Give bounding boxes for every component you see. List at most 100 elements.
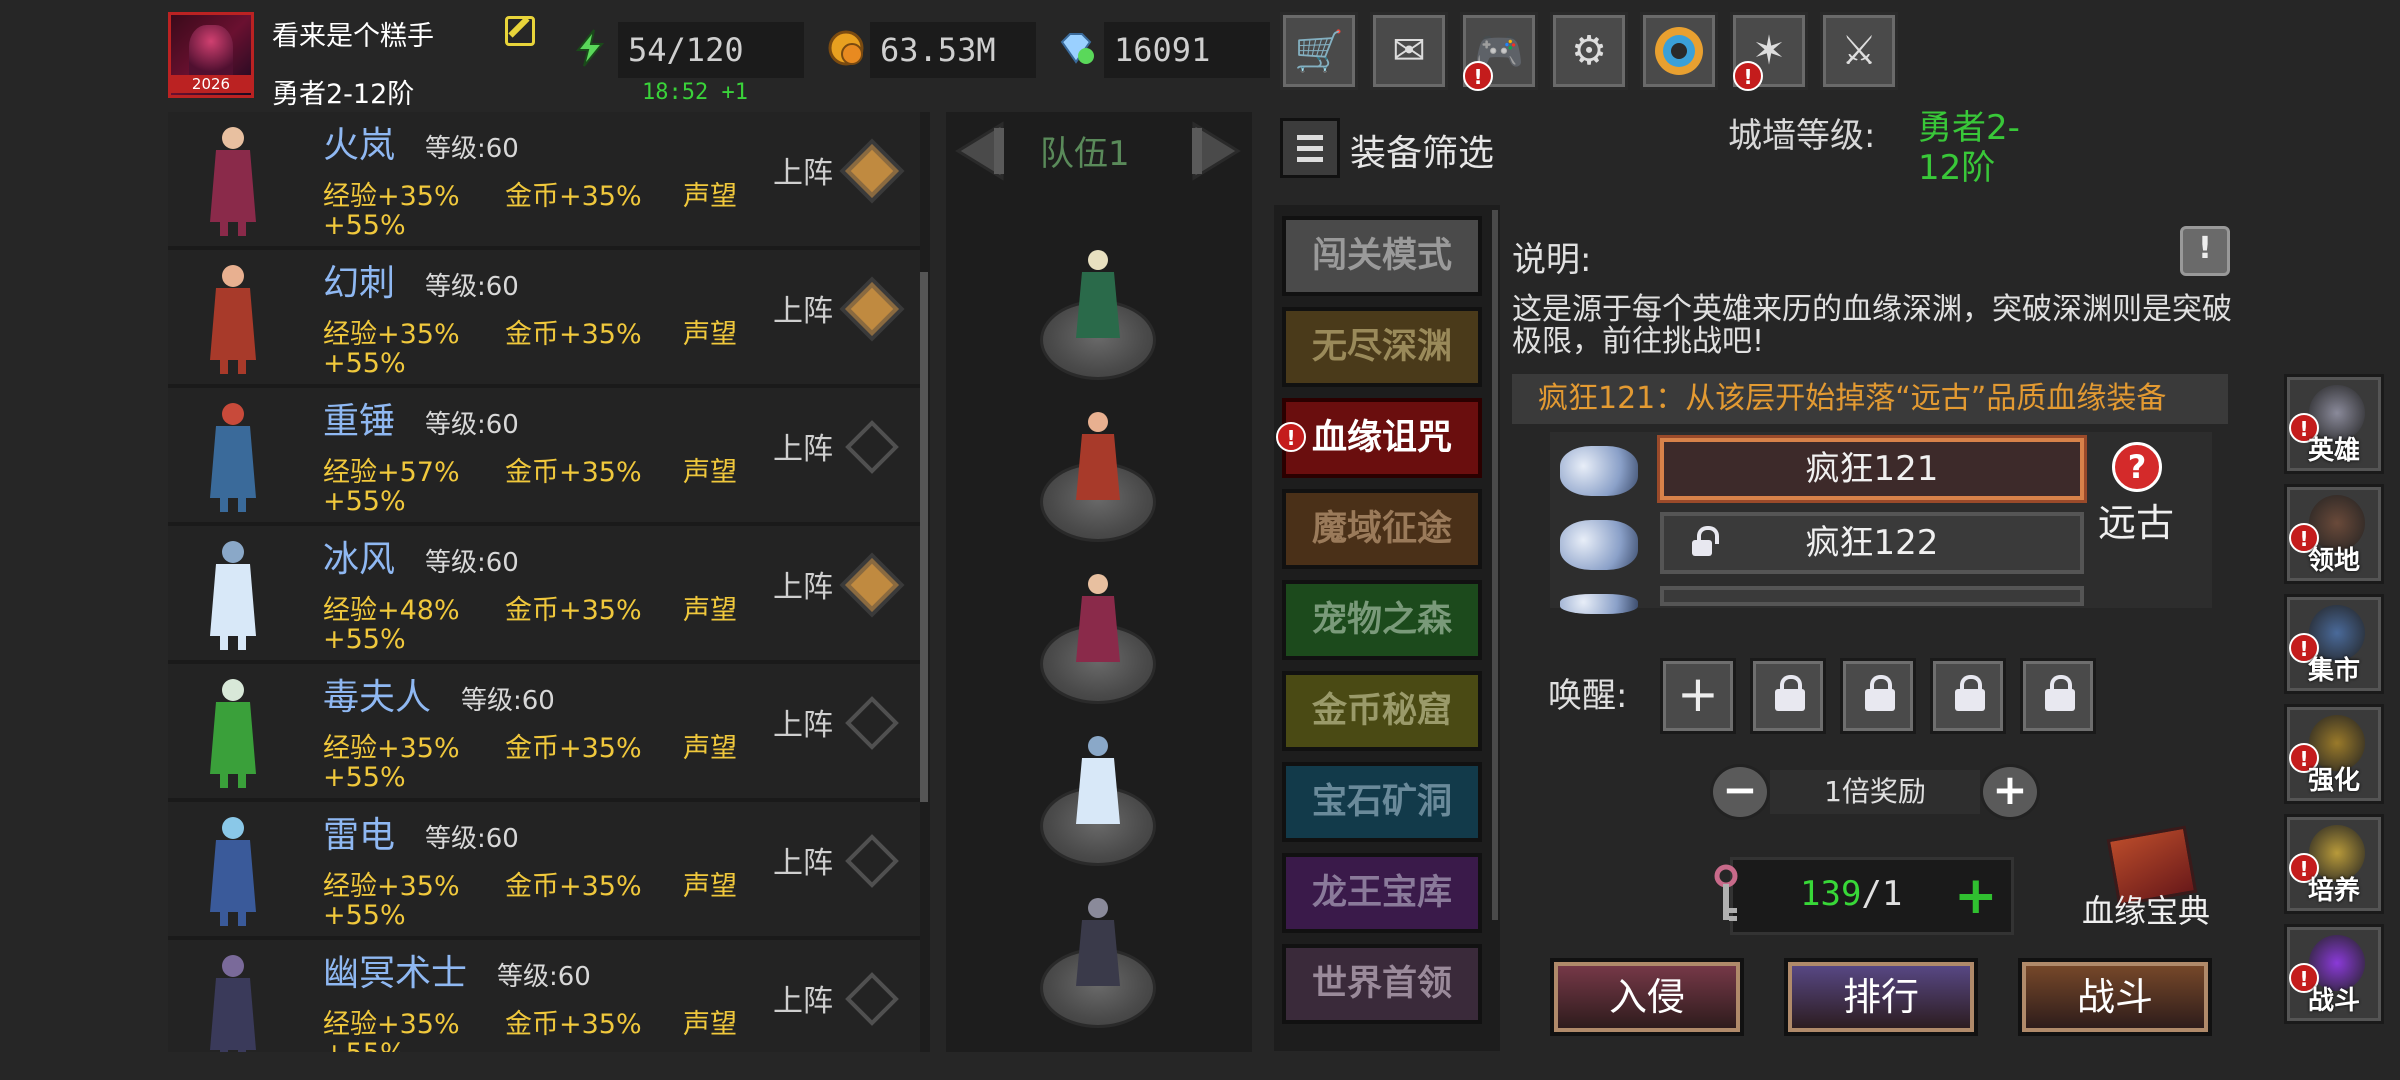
deploy-label[interactable]: 上阵 <box>773 700 833 744</box>
deploy-toggle-icon[interactable] <box>845 144 899 198</box>
player-avatar[interactable]: 2026 <box>168 12 254 98</box>
hero-reputation-label: 声望 <box>683 457 737 488</box>
lock-icon <box>1775 675 1805 711</box>
hero-row[interactable]: 幻刺 等级:60 经验+35% 金币+35% 声望 +55% 上阵 <box>168 250 920 388</box>
quality-help-icon[interactable]: ? <box>2112 442 2162 492</box>
hero-list-scrollbar[interactable] <box>920 272 928 802</box>
mode-button[interactable]: 宠物之森 <box>1282 580 1482 660</box>
settings-gear-icon[interactable]: ⚙ <box>1550 12 1628 90</box>
deploy-label[interactable]: 上阵 <box>773 838 833 882</box>
hero-reputation-bonus: +55% <box>323 762 406 793</box>
mode-button[interactable]: 世界首领 <box>1282 944 1482 1024</box>
mode-button[interactable]: 魔域征途 <box>1282 489 1482 569</box>
action-button[interactable]: 战斗 <box>2018 958 2212 1036</box>
team-hero-sprite[interactable] <box>1062 566 1134 676</box>
awaken-locked-slot[interactable] <box>1840 658 1916 734</box>
alert-badge: ! <box>1733 61 1763 91</box>
hero-row[interactable]: 冰风 等级:60 经验+48% 金币+35% 声望 +55% 上阵 <box>168 526 920 664</box>
firework-icon[interactable]: ✶! <box>1730 12 1808 91</box>
hero-sprite <box>210 403 256 512</box>
filter-line <box>1297 146 1323 151</box>
floor-row[interactable] <box>1660 586 2084 606</box>
hero-reputation-label: 声望 <box>683 1009 737 1040</box>
deploy-toggle-icon[interactable] <box>845 972 899 1026</box>
filter-line <box>1297 157 1323 162</box>
mode-button[interactable]: 闯关模式 <box>1282 216 1482 296</box>
deploy-toggle-icon[interactable] <box>845 834 899 888</box>
team-hero-sprite[interactable] <box>1062 242 1134 352</box>
hero-row[interactable]: 雷电 等级:60 经验+35% 金币+35% 声望 +55% 上阵 <box>168 802 920 940</box>
avatar-year-label: 2026 <box>171 75 251 93</box>
mode-button[interactable]: 血缘诅咒 <box>1282 398 1482 478</box>
hero-exp-bonus: 经验+35% <box>323 1009 460 1040</box>
deploy-label[interactable]: 上阵 <box>773 424 833 468</box>
equipment-filter-button[interactable] <box>1280 118 1340 178</box>
add-key-button[interactable]: + <box>1954 866 1998 926</box>
codex-label[interactable]: 血缘宝典 <box>2082 886 2210 932</box>
prev-team-arrow-icon[interactable] <box>950 118 1016 184</box>
awaken-locked-slot[interactable] <box>2020 658 2096 734</box>
crossed-swords-icon[interactable]: ⚔ <box>1820 12 1898 90</box>
sidebar-castle-button[interactable]: ! 领地 <box>2284 484 2384 584</box>
shop-cart-icon[interactable]: 🛒 <box>1280 12 1358 90</box>
hero-list[interactable]: 火岚 等级:60 经验+35% 金币+35% 声望 +55% 上阵 幻刺 等级:60 经验+35%… <box>168 112 930 1052</box>
deploy-label[interactable]: 上阵 <box>773 976 833 1020</box>
key-count: 139/1 <box>1800 874 1902 914</box>
floor-cloud-icon <box>1560 594 1638 614</box>
hero-exp-bonus: 经验+35% <box>323 319 460 350</box>
deploy-toggle-icon[interactable] <box>845 420 899 474</box>
next-team-arrow-icon[interactable] <box>1180 118 1246 184</box>
deploy-toggle-icon[interactable] <box>845 282 899 336</box>
mode-button[interactable]: 龙王宝库 <box>1282 853 1482 933</box>
hero-row[interactable]: 重锤 等级:60 经验+57% 金币+35% 声望 +55% 上阵 <box>168 388 920 526</box>
awaken-locked-slot[interactable] <box>1930 658 2006 734</box>
sidebar-crest-button[interactable]: ! 强化 <box>2284 704 2384 804</box>
hero-row[interactable]: 幽冥术士等级:60 经验+35% 金币+35% 声望 +55% 上阵 <box>168 940 920 1052</box>
deploy-label[interactable]: 上阵 <box>773 562 833 606</box>
multiplier-increase-button[interactable]: + <box>1980 764 2040 820</box>
hero-sprite <box>210 541 256 650</box>
awaken-add-slot[interactable]: + <box>1660 658 1736 734</box>
floor-label: 疯狂122 <box>1805 523 1939 563</box>
sidebar-market-stall-button[interactable]: ! 集市 <box>2284 594 2384 694</box>
deploy-label[interactable]: 上阵 <box>773 286 833 330</box>
sidebar-label: 战斗 <box>2307 986 2360 1016</box>
deploy-label[interactable]: 上阵 <box>773 148 833 192</box>
lock-icon <box>1865 675 1895 711</box>
team-hero-sprite[interactable] <box>1062 404 1134 514</box>
mode-button[interactable]: 无尽深渊 <box>1282 307 1482 387</box>
hero-level: 等级:60 <box>425 134 519 164</box>
floor-row[interactable]: 疯狂122 <box>1660 512 2084 574</box>
mail-icon[interactable]: ✉ <box>1370 12 1448 90</box>
hero-row[interactable]: 毒夫人 等级:60 经验+35% 金币+35% 声望 +55% 上阵 <box>168 664 920 802</box>
hero-level: 等级:60 <box>425 272 519 302</box>
mode-list-scrollbar[interactable] <box>1492 210 1498 920</box>
hero-reputation-bonus: +55% <box>323 210 406 241</box>
mode-button[interactable]: 宝石矿洞 <box>1282 762 1482 842</box>
edit-name-icon[interactable] <box>505 16 535 46</box>
deploy-toggle-icon[interactable] <box>845 696 899 750</box>
hero-exp-bonus: 经验+35% <box>323 181 460 212</box>
multiplier-decrease-button[interactable]: − <box>1710 764 1770 820</box>
player-rank: 勇者2-12阶 <box>272 79 415 110</box>
team-hero-sprite[interactable] <box>1062 890 1134 1000</box>
hero-reputation-label: 声望 <box>683 733 737 764</box>
key-icon <box>1714 864 1738 921</box>
aperture-icon[interactable] <box>1640 12 1718 90</box>
gamepad-icon[interactable]: 🎮! <box>1460 12 1538 91</box>
team-hero-sprite[interactable] <box>1062 728 1134 838</box>
info-icon[interactable] <box>2180 226 2230 276</box>
mode-button[interactable]: 金币秘窟 <box>1282 671 1482 751</box>
floor-row[interactable]: 疯狂121 <box>1660 438 2084 500</box>
hero-reputation-label: 声望 <box>683 181 737 212</box>
sidebar-portal-button[interactable]: ! 战斗 <box>2284 924 2384 1024</box>
sidebar-goblet-button[interactable]: ! 培养 <box>2284 814 2384 914</box>
awaken-locked-slot[interactable] <box>1750 658 1826 734</box>
hero-reputation-label: 声望 <box>683 595 737 626</box>
action-button[interactable]: 入侵 <box>1550 958 1744 1036</box>
hero-row[interactable]: 火岚 等级:60 经验+35% 金币+35% 声望 +55% 上阵 <box>168 112 920 250</box>
deploy-toggle-icon[interactable] <box>845 558 899 612</box>
action-button[interactable]: 排行 <box>1784 958 1978 1036</box>
gem-counter: 16091 <box>1104 22 1270 78</box>
sidebar-helmet-button[interactable]: ! 英雄 <box>2284 374 2384 474</box>
